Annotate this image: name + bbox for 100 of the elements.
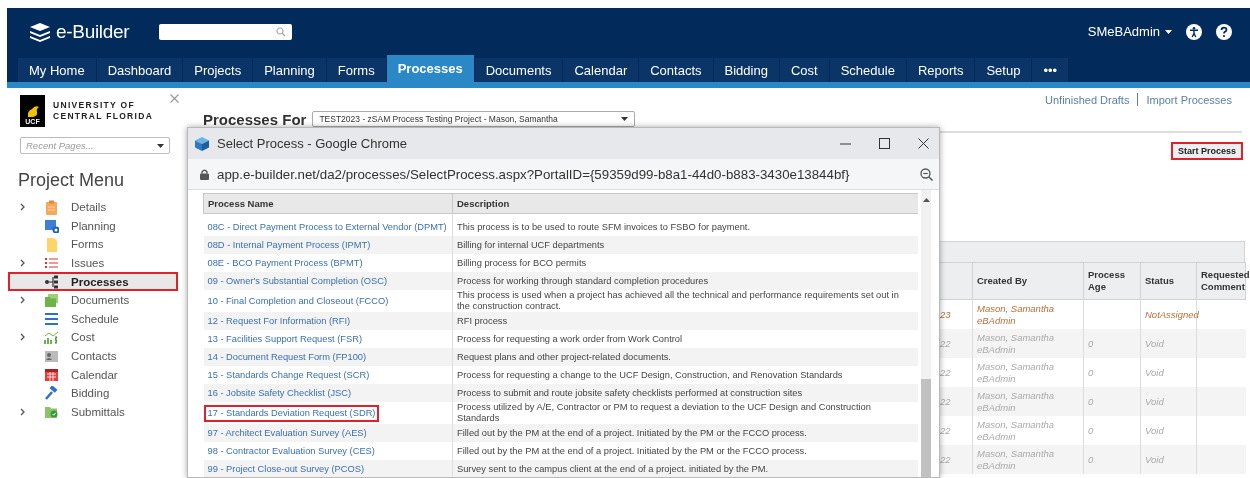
chevron-icon[interactable] xyxy=(19,407,25,416)
document-icon xyxy=(44,237,59,252)
nav-tab[interactable]: Contacts xyxy=(639,58,713,82)
nav-tab[interactable]: Dashboard xyxy=(96,58,183,82)
menu-item[interactable]: Processes xyxy=(8,272,178,291)
nav-tab[interactable]: Reports xyxy=(906,58,975,82)
heading: Processes For xyxy=(203,110,307,128)
zoom-out-icon[interactable] xyxy=(920,167,933,181)
scroll-up-icon[interactable] xyxy=(922,198,930,202)
user-menu[interactable]: SMeBAdmin xyxy=(1087,24,1172,39)
menu-item[interactable]: Bidding xyxy=(8,383,178,403)
table-cell: Filled out by the PM at the end of a project. Initiated by the PM or the FCCO process. xyxy=(457,427,807,438)
nav-tab[interactable]: Projects xyxy=(183,58,253,82)
process-link[interactable]: 08C - Direct Payment Process to External Vendor (DPMT) xyxy=(203,218,451,236)
nav-tab[interactable]: Bidding xyxy=(713,58,779,82)
clipboard-icon xyxy=(44,199,59,215)
list-icon xyxy=(44,255,59,271)
accessibility-icon[interactable] xyxy=(1186,23,1202,40)
chevron-icon[interactable] xyxy=(19,296,25,305)
table-cell: Process for requesting a work order from Work Control xyxy=(457,333,683,344)
nav-tab[interactable]: Schedule xyxy=(829,58,906,82)
table-cell: Void xyxy=(1140,387,1197,416)
table-cell: Billing process for BCO permits xyxy=(457,257,587,268)
table-cell: RFI process xyxy=(457,315,508,326)
nav-tab[interactable]: Forms xyxy=(326,58,386,82)
table-cell: Process for requesting a change to the UCF Design, Construction, and Renovation Standards xyxy=(457,369,843,380)
process-link[interactable]: 15 - Standards Change Request (SCR) xyxy=(203,366,374,384)
caret-icon xyxy=(621,117,629,121)
cube-icon xyxy=(194,135,210,152)
column-header: Description xyxy=(452,193,918,214)
column-header: Created By xyxy=(972,262,1084,300)
lock-icon xyxy=(200,168,209,180)
table-cell: This process is used when a project has achieved all the technical and performance requirements set out in the construction contract. xyxy=(457,290,899,311)
menu-item[interactable]: Issues xyxy=(8,253,178,273)
nav-tab[interactable]: Cost xyxy=(779,58,829,82)
nav-tab[interactable]: ••• xyxy=(1032,58,1069,82)
menu-item[interactable]: Documents xyxy=(8,290,178,310)
nav-tab[interactable]: Documents xyxy=(474,58,563,82)
nav-tab[interactable]: Calendar xyxy=(563,58,639,82)
logo-text: e-Builder xyxy=(56,20,130,43)
start-process-button[interactable]: Start Process xyxy=(1170,142,1243,160)
table-cell: 0 xyxy=(1083,445,1141,474)
table-cell: 0 xyxy=(1083,387,1141,416)
menu-item[interactable]: Schedule xyxy=(8,309,178,329)
flow-icon xyxy=(44,274,59,290)
scrollbar-thumb[interactable] xyxy=(921,379,931,477)
link[interactable]: Import Processes xyxy=(1146,93,1232,106)
process-link[interactable]: 10 - Final Completion and Closeout (FCCO) xyxy=(203,292,393,310)
bar-chart-icon xyxy=(44,329,59,345)
caret-icon xyxy=(157,143,164,148)
table-cell: Request plans and other project-related documents. xyxy=(457,351,671,362)
table-cell: This process is to be used to route SFM invoices to FSBO for payment. xyxy=(457,221,750,232)
chevron-icon[interactable] xyxy=(19,203,25,212)
process-link[interactable]: 08E - BCO Payment Process (BPMT) xyxy=(203,254,367,272)
menu-item[interactable]: Submittals xyxy=(8,402,178,422)
nav-tab[interactable]: Planning xyxy=(253,58,326,82)
project-select[interactable]: TEST2023 - zSAM Process Testing Project - Mason, Samantha xyxy=(312,111,636,127)
calendar-icon xyxy=(44,367,59,383)
nav-tab[interactable]: Processes xyxy=(386,55,474,82)
table-cell: Process utilized by A/E, Contractor or PM to request a deviation to the UCF Design and Construction Standards xyxy=(457,402,871,423)
table-cell: Mason, Samantha eBAdmin xyxy=(972,329,1084,358)
search-field[interactable] xyxy=(159,23,293,40)
nav-tab[interactable]: My Home xyxy=(18,58,96,82)
chevron-icon[interactable] xyxy=(19,259,25,268)
table-cell: Void xyxy=(1140,445,1197,474)
link[interactable]: Unfinished Drafts xyxy=(1045,93,1130,106)
process-link[interactable]: 17 - Standards Deviation Request (SDR) xyxy=(203,404,380,422)
window-title: Select Process - Google Chrome xyxy=(217,136,408,151)
scrollbar[interactable] xyxy=(921,190,931,477)
table-cell: Billing for internal UCF departments xyxy=(457,239,605,250)
caret-icon xyxy=(1165,29,1172,34)
menu-title: Project Menu xyxy=(18,170,126,192)
table-cell: Process to submit and route jobsite safety checklists performed at construction sites xyxy=(457,387,803,398)
nav-tab[interactable]: Setup xyxy=(975,58,1032,82)
maximize-icon[interactable] xyxy=(879,138,890,149)
url-text: app.e-builder.net/da2/processes/SelectProcess.aspx?PortalID={59359d99-b8a1-44d0-b883-3430e13844bf} xyxy=(217,166,851,182)
menu-item[interactable]: Cost xyxy=(8,328,178,347)
table-cell: Filled out by the PM at the end of a project. Initiated by the PM or the FCCO process. xyxy=(457,445,807,456)
column-header: Process Age xyxy=(1083,262,1141,300)
menu-item[interactable]: Forms xyxy=(8,235,178,254)
help-icon[interactable] xyxy=(1216,23,1232,40)
lines-icon xyxy=(44,311,59,327)
menu-item[interactable]: Details xyxy=(8,198,178,217)
folder-icon xyxy=(44,292,59,308)
process-link[interactable]: 98 - Contractor Evaluation Survey (CES) xyxy=(203,442,379,460)
folder-icon xyxy=(44,404,59,420)
column-header: Process Name xyxy=(203,193,453,214)
cube-stack-icon xyxy=(29,21,51,42)
chevron-icon[interactable] xyxy=(19,333,25,342)
menu-item[interactable]: Contacts xyxy=(8,346,178,366)
column-header: Status xyxy=(1140,262,1197,300)
menu-item[interactable]: Planning xyxy=(8,216,178,236)
process-link[interactable]: 13 - Facilities Support Request (FSR) xyxy=(203,330,366,348)
search-icon xyxy=(276,26,287,37)
table-cell: Mason, Samantha eBAdmin xyxy=(972,387,1084,416)
table-cell: Survey sent to the campus client at the end of a project. initiated by the PM. xyxy=(457,463,769,474)
gavel-icon xyxy=(44,385,59,401)
close-icon[interactable] xyxy=(918,138,929,149)
table-cell: 0 xyxy=(1083,329,1141,358)
menu-item[interactable]: Calendar xyxy=(8,365,178,384)
